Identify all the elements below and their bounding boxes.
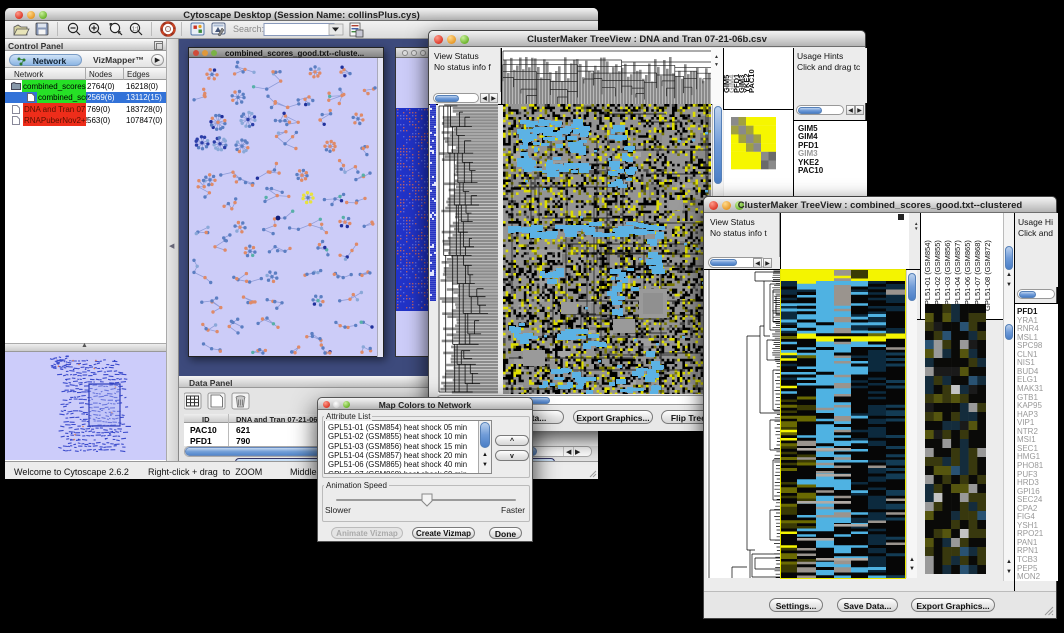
svg-text:Search:: Search:	[233, 24, 264, 34]
svg-text:1:1: 1:1	[132, 27, 139, 33]
